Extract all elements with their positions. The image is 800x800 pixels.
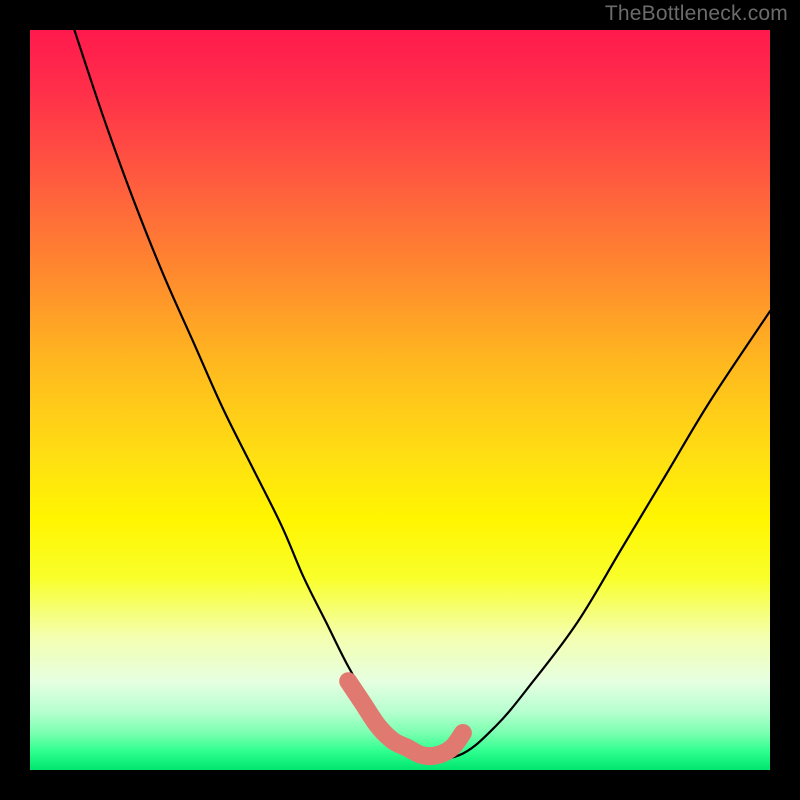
curve-layer xyxy=(30,30,770,770)
plot-area xyxy=(30,30,770,770)
highlight-band xyxy=(348,681,463,756)
chart-frame: TheBottleneck.com xyxy=(0,0,800,800)
bottleneck-curve xyxy=(74,30,770,759)
watermark-text: TheBottleneck.com xyxy=(605,2,788,26)
